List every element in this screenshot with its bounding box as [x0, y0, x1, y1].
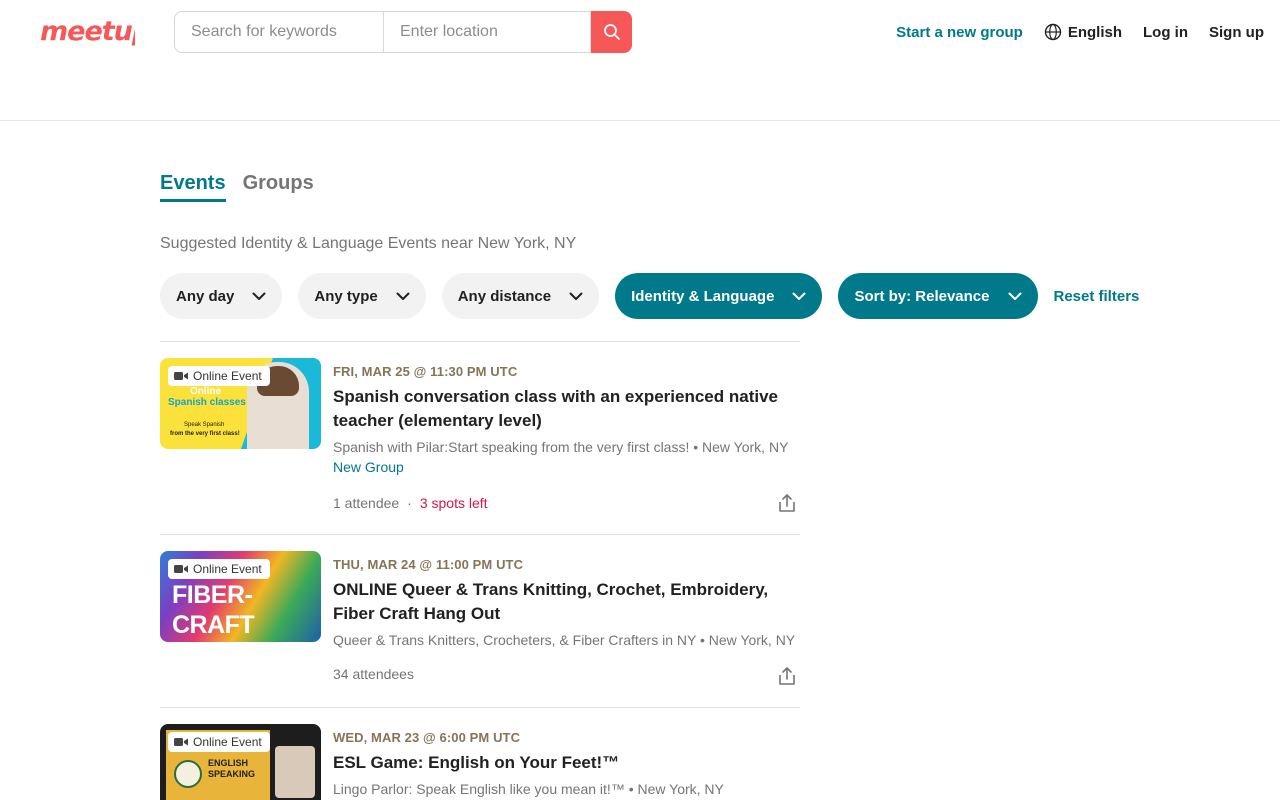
filter-label: Any distance	[457, 287, 552, 305]
event-info: WED, MAR 23 @ 6:00 PM UTC ESL Game: Engl…	[333, 730, 800, 797]
event-card[interactable]: ENGLISH SPEAKING Online Event WED, MAR 2…	[160, 707, 800, 800]
share-icon[interactable]	[776, 665, 798, 687]
suggestion-heading: Suggested Identity & Language Events nea…	[160, 235, 577, 252]
filter-sort[interactable]: Sort by: Relevance	[838, 273, 1038, 319]
event-title[interactable]: ESL Game: English on Your Feet!™	[333, 751, 800, 775]
event-thumbnail[interactable]: Online Spanish classes Speak Spanish fro…	[160, 358, 321, 449]
tab-events[interactable]: Events	[160, 172, 226, 202]
filter-label: Any day	[176, 287, 235, 305]
thumbnail-portrait	[275, 746, 315, 798]
video-camera-icon	[174, 372, 188, 380]
chevron-down-icon	[569, 292, 583, 300]
language-selector[interactable]: English	[1044, 23, 1122, 41]
chevron-down-icon	[396, 292, 410, 300]
tab-groups[interactable]: Groups	[243, 172, 314, 202]
online-event-badge: Online Event	[168, 559, 270, 579]
event-date: THU, MAR 24 @ 11:00 PM UTC	[333, 557, 524, 572]
chevron-down-icon	[792, 292, 806, 300]
event-list: Online Spanish classes Speak Spanish fro…	[160, 341, 800, 800]
globe-icon	[1044, 23, 1062, 41]
search-icon	[603, 24, 620, 40]
thumbnail-text: FIBER-	[172, 581, 253, 609]
results-tabs: Events Groups	[160, 172, 331, 202]
keyword-search-input[interactable]	[174, 11, 383, 53]
language-label: English	[1067, 23, 1122, 41]
thumbnail-text: Spanish classes	[168, 397, 246, 408]
filter-any-type[interactable]: Any type	[298, 273, 426, 319]
event-thumbnail[interactable]: FIBER- CRAFT Online Event	[160, 551, 321, 642]
badge-label: Online Event	[193, 735, 262, 749]
event-title[interactable]: ONLINE Queer & Trans Knitting, Crochet, …	[333, 578, 800, 626]
event-info: THU, MAR 24 @ 11:00 PM UTC ONLINE Queer …	[333, 557, 800, 684]
badge-label: Online Event	[193, 562, 262, 576]
event-date: FRI, MAR 25 @ 11:30 PM UTC	[333, 364, 518, 379]
event-group-name: Queer & Trans Knitters, Crocheters, & Fi…	[333, 632, 796, 648]
header-nav: Start a new group English Log in Sign up	[896, 20, 1264, 44]
event-group-name: Spanish with Pilar:Start speaking from t…	[333, 439, 789, 455]
filter-any-distance[interactable]: Any distance	[441, 273, 600, 319]
reset-filters-link[interactable]: Reset filters	[1054, 288, 1140, 305]
search-button[interactable]	[591, 11, 632, 53]
filter-label: Identity & Language	[631, 287, 775, 305]
thumbnail-text: Speak Spanish	[184, 422, 225, 428]
event-card[interactable]: Online Spanish classes Speak Spanish fro…	[160, 341, 800, 534]
filter-label: Any type	[314, 287, 378, 305]
video-camera-icon	[174, 738, 188, 746]
event-meta: 34 attendees	[333, 664, 800, 684]
badge-label: Online Event	[193, 369, 262, 383]
online-event-badge: Online Event	[168, 366, 270, 386]
thumbnail-text: CRAFT	[172, 611, 255, 639]
filter-label: Sort by: Relevance	[854, 287, 990, 305]
login-link[interactable]: Log in	[1143, 24, 1188, 41]
event-info: FRI, MAR 25 @ 11:30 PM UTC Spanish conve…	[333, 364, 800, 513]
share-icon[interactable]	[776, 492, 798, 514]
event-thumbnail[interactable]: ENGLISH SPEAKING Online Event	[160, 724, 321, 800]
event-title[interactable]: Spanish conversation class with an exper…	[333, 385, 800, 433]
filter-bar: Any day Any type Any distance Identity &…	[160, 273, 1139, 319]
chevron-down-icon	[252, 292, 266, 300]
thumbnail-logo	[174, 760, 202, 788]
location-input[interactable]	[383, 11, 591, 53]
thumbnail-text: Online	[190, 386, 222, 397]
filter-any-day[interactable]: Any day	[160, 273, 283, 319]
thumbnail-text: from the very first class!	[170, 431, 240, 437]
video-camera-icon	[174, 565, 188, 573]
separator-dot: ·	[407, 495, 412, 511]
attendee-count: 34 attendees	[333, 666, 414, 682]
online-event-badge: Online Event	[168, 732, 270, 752]
signup-link[interactable]: Sign up	[1209, 24, 1264, 41]
svg-text:meetup: meetup	[40, 16, 135, 47]
event-date: WED, MAR 23 @ 6:00 PM UTC	[333, 730, 521, 745]
thumbnail-text: SPEAKING	[208, 769, 256, 779]
chevron-down-icon	[1008, 292, 1021, 300]
event-meta: 1 attendee · 3 spots left	[333, 493, 800, 513]
start-group-link[interactable]: Start a new group	[896, 24, 1023, 41]
attendee-count: 1 attendee	[333, 495, 400, 511]
filter-category[interactable]: Identity & Language	[615, 273, 823, 319]
spots-left: 3 spots left	[419, 495, 488, 511]
event-card[interactable]: FIBER- CRAFT Online Event THU, MAR 24 @ …	[160, 534, 800, 707]
meetup-logo[interactable]: meetup	[39, 12, 135, 50]
search-bar	[174, 11, 632, 53]
site-header: meetup Start a new group English Log in …	[0, 0, 1280, 121]
thumbnail-text: ENGLISH	[208, 758, 249, 768]
event-group-name: Lingo Parlor: Speak English like you mea…	[333, 781, 724, 797]
new-group-label: New Group	[333, 459, 404, 475]
